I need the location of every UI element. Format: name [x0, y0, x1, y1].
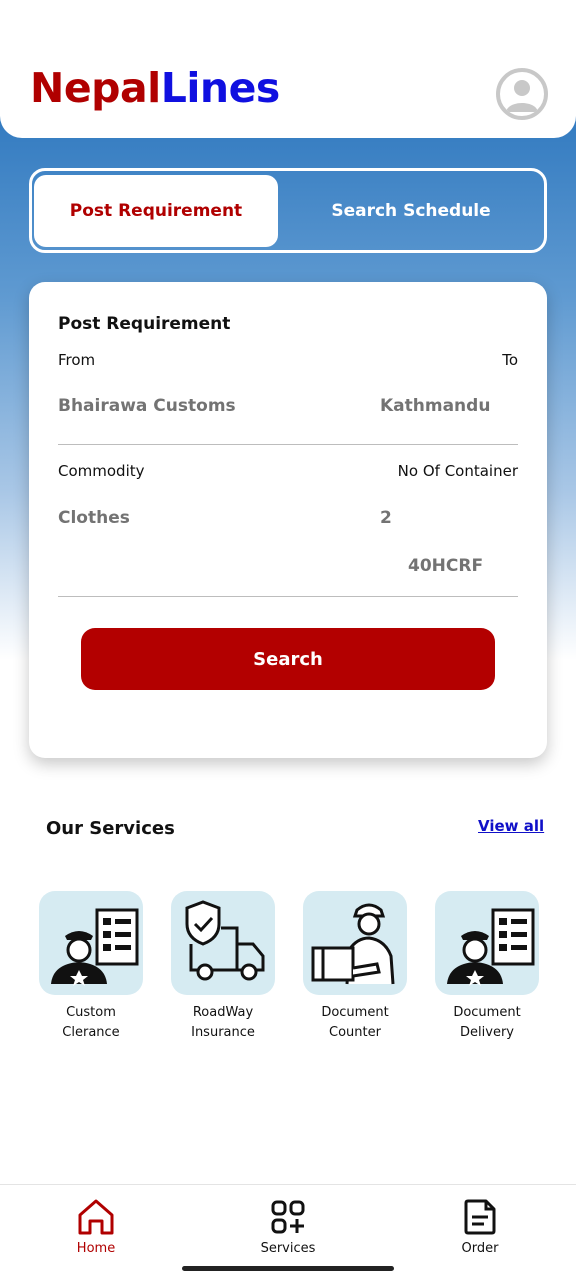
tab-post-requirement[interactable]: Post Requirement	[34, 175, 278, 247]
commodity-label: Commodity	[58, 462, 145, 480]
customs-officer-icon	[39, 891, 143, 995]
nav-home-label: Home	[76, 1241, 116, 1256]
services-heading: Our Services	[46, 818, 175, 839]
divider	[58, 444, 518, 445]
service-document-counter[interactable]: Document Counter	[303, 891, 407, 1043]
service-custom-clearance[interactable]: Custom Clerance	[39, 891, 143, 1043]
tab-search-schedule[interactable]: Search Schedule	[289, 175, 533, 247]
nav-order[interactable]: Order	[420, 1197, 540, 1256]
document-icon	[464, 1199, 496, 1235]
service-document-delivery[interactable]: Document Delivery	[435, 891, 539, 1043]
service-roadway-insurance[interactable]: RoadWay Insurance	[171, 891, 275, 1043]
delivery-person-icon	[303, 891, 407, 995]
service-label: Document Counter	[321, 1005, 389, 1040]
container-type-field[interactable]: 40HCRF	[408, 556, 483, 576]
divider	[58, 596, 518, 597]
app-header: NepalLines	[0, 0, 576, 138]
nav-services[interactable]: Services	[228, 1197, 348, 1256]
customs-officer-icon	[435, 891, 539, 995]
service-label: RoadWay Insurance	[191, 1005, 255, 1040]
view-all-link[interactable]: View all	[478, 817, 544, 835]
search-button[interactable]: Search	[81, 628, 495, 690]
logo-lines: Lines	[160, 64, 281, 112]
insured-truck-icon	[171, 891, 275, 995]
container-count-label: No Of Container	[397, 462, 518, 480]
home-icon	[78, 1199, 114, 1235]
logo-nepal: Nepal	[30, 64, 161, 112]
service-label: Custom Clerance	[62, 1005, 120, 1040]
app-logo: NepalLines	[30, 64, 280, 112]
home-indicator	[182, 1266, 394, 1271]
service-label: Document Delivery	[453, 1005, 521, 1040]
card-title: Post Requirement	[58, 314, 231, 334]
user-avatar-icon[interactable]	[496, 68, 548, 120]
nav-services-label: Services	[260, 1241, 316, 1256]
grid-plus-icon	[271, 1200, 305, 1234]
to-field[interactable]: Kathmandu	[380, 396, 490, 416]
nav-home[interactable]: Home	[36, 1197, 156, 1256]
nav-order-label: Order	[461, 1241, 499, 1256]
container-count-field[interactable]: 2	[380, 508, 392, 528]
from-label: From	[58, 351, 96, 369]
to-label: To	[502, 351, 518, 369]
mode-tabs: Post Requirement Search Schedule	[29, 168, 547, 253]
from-field[interactable]: Bhairawa Customs	[58, 396, 236, 416]
requirement-card: Post Requirement From To Bhairawa Custom…	[29, 282, 547, 758]
commodity-field[interactable]: Clothes	[58, 508, 130, 528]
